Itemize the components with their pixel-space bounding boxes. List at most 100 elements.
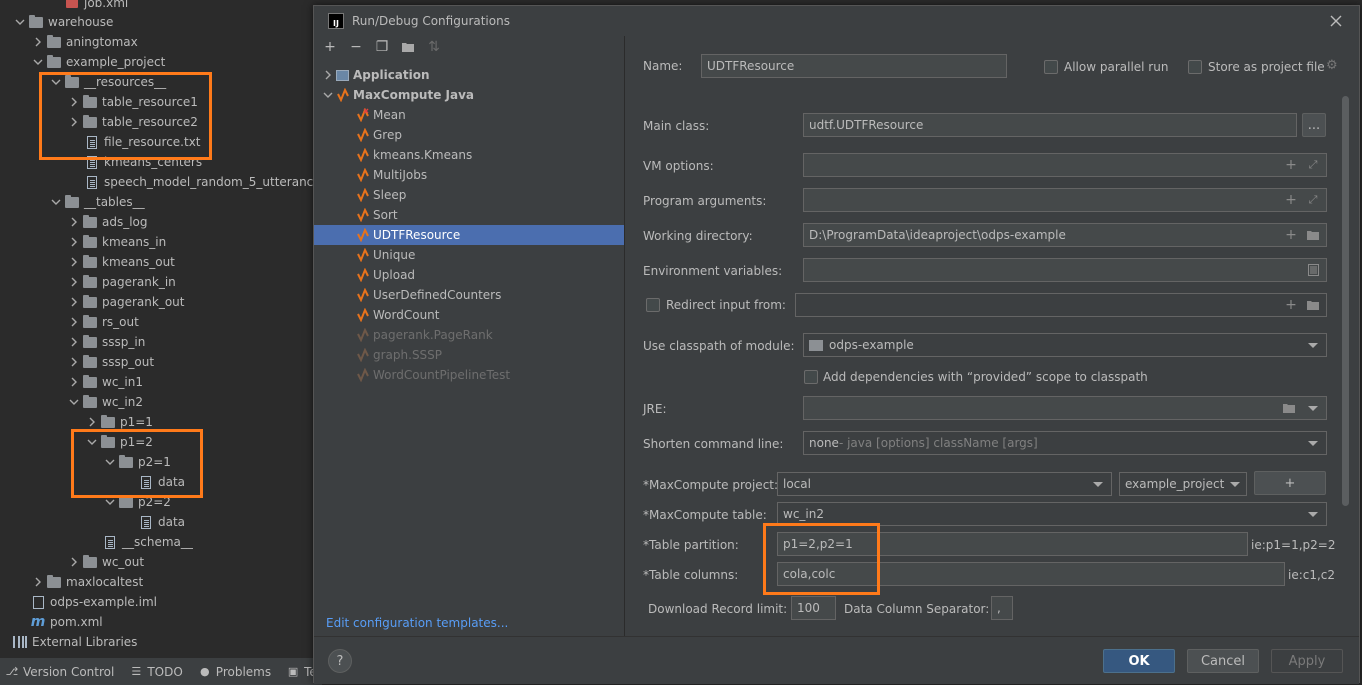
version-control-tab[interactable]: ⎇ Version Control	[0, 658, 124, 685]
table-partition-input[interactable]: p1=2,p2=1	[777, 532, 1248, 556]
tree-item-schema[interactable]: __schema__	[102, 532, 193, 552]
maxcompute-project-name-select[interactable]: example_project	[1119, 472, 1247, 496]
chevron-down-icon[interactable]	[12, 17, 28, 27]
tree-item-maxlocaltest[interactable]: maxlocaltest	[30, 572, 143, 592]
chevron-right-icon[interactable]	[66, 117, 82, 127]
maxcompute-table-select[interactable]: wc_in2	[777, 502, 1327, 526]
edit-configuration-templates-link[interactable]: Edit configuration templates...	[326, 616, 508, 630]
chevron-down-icon[interactable]	[30, 57, 46, 67]
chevron-right-icon[interactable]	[66, 297, 82, 307]
tree-item-tables[interactable]: __tables__	[48, 192, 145, 212]
add-dependencies-checkbox[interactable]	[804, 370, 818, 384]
tree-item-resources[interactable]: __resources__	[48, 72, 166, 92]
tree-item-pagerank-in[interactable]: pagerank_in	[66, 272, 176, 292]
tree-item-kmeans-in[interactable]: kmeans_in	[66, 232, 166, 252]
folder-icon[interactable]	[1282, 401, 1296, 415]
chevron-down-icon[interactable]	[48, 77, 64, 87]
tree-item-table-resource1[interactable]: table_resource1	[66, 92, 198, 112]
tree-item-wc-out[interactable]: wc_out	[66, 552, 144, 572]
maxcompute-project-select[interactable]: local	[777, 472, 1112, 496]
classpath-module-select[interactable]: odps-example	[803, 333, 1327, 357]
chevron-right-icon[interactable]	[66, 357, 82, 367]
tree-item-data[interactable]: data	[138, 472, 185, 492]
tree-item-warehouse[interactable]: warehouse	[12, 12, 113, 32]
apply-button[interactable]: Apply	[1271, 649, 1343, 673]
environment-variables-input[interactable]	[803, 258, 1327, 282]
form-scrollbar[interactable]	[1342, 96, 1349, 506]
tree-item-table-resource2[interactable]: table_resource2	[66, 112, 198, 132]
chevron-down-icon[interactable]	[66, 397, 82, 407]
add-icon[interactable]: +	[320, 38, 340, 56]
tree-item-p1-2[interactable]: p1=2	[84, 432, 153, 452]
close-icon[interactable]	[1327, 12, 1345, 30]
working-directory-input[interactable]: D:\ProgramData\ideaproject\odps-example …	[803, 223, 1327, 247]
copy-icon[interactable]: ❐	[372, 38, 392, 56]
cancel-button[interactable]: Cancel	[1187, 649, 1259, 673]
browse-main-class-button[interactable]: ...	[1302, 113, 1326, 137]
chevron-right-icon[interactable]	[84, 417, 100, 427]
tree-item-speech-model[interactable]: speech_model_random_5_utterance	[84, 172, 321, 192]
config-group-maxcompute-java[interactable]: MaxCompute Java	[314, 85, 624, 105]
config-item-unique[interactable]: Unique	[314, 245, 624, 265]
config-item-pagerank[interactable]: pagerank.PageRank	[314, 325, 624, 345]
tree-item-wc-in1[interactable]: wc_in1	[66, 372, 143, 392]
chevron-right-icon[interactable]	[66, 317, 82, 327]
remove-icon[interactable]: −	[346, 38, 366, 56]
chevron-down-icon[interactable]	[1308, 406, 1318, 411]
store-as-project-file-checkbox[interactable]	[1188, 60, 1202, 74]
tree-item-sssp-in[interactable]: sssp_in	[66, 332, 145, 352]
gear-icon[interactable]: ⚙	[1326, 58, 1338, 73]
jre-select[interactable]	[803, 396, 1327, 420]
config-item-grep[interactable]: Grep	[314, 125, 624, 145]
config-item-graph-sssp[interactable]: graph.SSSP	[314, 345, 624, 365]
folder-icon[interactable]	[1306, 228, 1320, 242]
tree-item-p2-1[interactable]: p2=1	[102, 452, 171, 472]
config-item-kmeans[interactable]: kmeans.Kmeans	[314, 145, 624, 165]
expand-icon[interactable]: ⤢	[1306, 158, 1320, 172]
vm-options-input[interactable]: + ⤢	[803, 153, 1327, 177]
config-item-multijobs[interactable]: MultiJobs	[314, 165, 624, 185]
tree-item-sssp-out[interactable]: sssp_out	[66, 352, 154, 372]
config-item-mean[interactable]: Mean	[314, 105, 624, 125]
tree-item-p1-1[interactable]: p1=1	[84, 412, 153, 432]
main-class-input[interactable]: udtf.UDTFResource	[803, 113, 1297, 137]
tree-item-example-project[interactable]: example_project	[30, 52, 165, 72]
chevron-down-icon[interactable]	[102, 497, 118, 507]
chevron-right-icon[interactable]	[320, 70, 336, 80]
config-item-wordcount[interactable]: WordCount	[314, 305, 624, 325]
tree-item-rs-out[interactable]: rs_out	[66, 312, 139, 332]
shorten-command-line-select[interactable]: none - java [options] className [args]	[803, 431, 1327, 455]
folder-add-icon[interactable]	[398, 38, 418, 56]
config-item-sort[interactable]: Sort	[314, 205, 624, 225]
table-columns-input[interactable]: cola,colc	[777, 562, 1285, 586]
allow-parallel-run-checkbox[interactable]	[1044, 60, 1058, 74]
chevron-right-icon[interactable]	[66, 237, 82, 247]
dialog-title-bar[interactable]: IJ Run/Debug Configurations	[314, 6, 1359, 36]
todo-tab[interactable]: ☰ TODO	[124, 658, 192, 685]
config-item-userdefinedcounters[interactable]: UserDefinedCounters	[314, 285, 624, 305]
tree-item-aningtomax[interactable]: aningtomax	[30, 32, 138, 52]
chevron-down-icon[interactable]	[84, 437, 100, 447]
chevron-right-icon[interactable]	[66, 257, 82, 267]
chevron-right-icon[interactable]	[66, 97, 82, 107]
chevron-right-icon[interactable]	[30, 577, 46, 587]
plus-icon[interactable]: +	[1284, 227, 1298, 243]
tree-item-file-resource[interactable]: file_resource.txt	[84, 132, 201, 152]
tree-item-odps-example-iml[interactable]: odps-example.iml	[30, 592, 157, 612]
config-group-application[interactable]: Application	[314, 65, 624, 85]
sort-icon[interactable]: ⇅	[424, 38, 444, 56]
folder-icon[interactable]	[1306, 298, 1320, 312]
chevron-right-icon[interactable]	[66, 277, 82, 287]
add-project-button[interactable]: +	[1254, 471, 1326, 495]
config-item-upload[interactable]: Upload	[314, 265, 624, 285]
plus-icon[interactable]: +	[1284, 297, 1298, 313]
tree-item-data[interactable]: data	[138, 512, 185, 532]
config-item-wordcountpipelinetest[interactable]: WordCountPipelineTest	[314, 365, 624, 385]
config-item-udtfresource[interactable]: UDTFResource	[314, 225, 624, 245]
chevron-right-icon[interactable]	[66, 557, 82, 567]
config-item-sleep[interactable]: Sleep	[314, 185, 624, 205]
chevron-down-icon[interactable]	[48, 197, 64, 207]
document-icon[interactable]	[1306, 263, 1320, 277]
tree-item-ads-log[interactable]: ads_log	[66, 212, 148, 232]
chevron-right-icon[interactable]	[66, 217, 82, 227]
